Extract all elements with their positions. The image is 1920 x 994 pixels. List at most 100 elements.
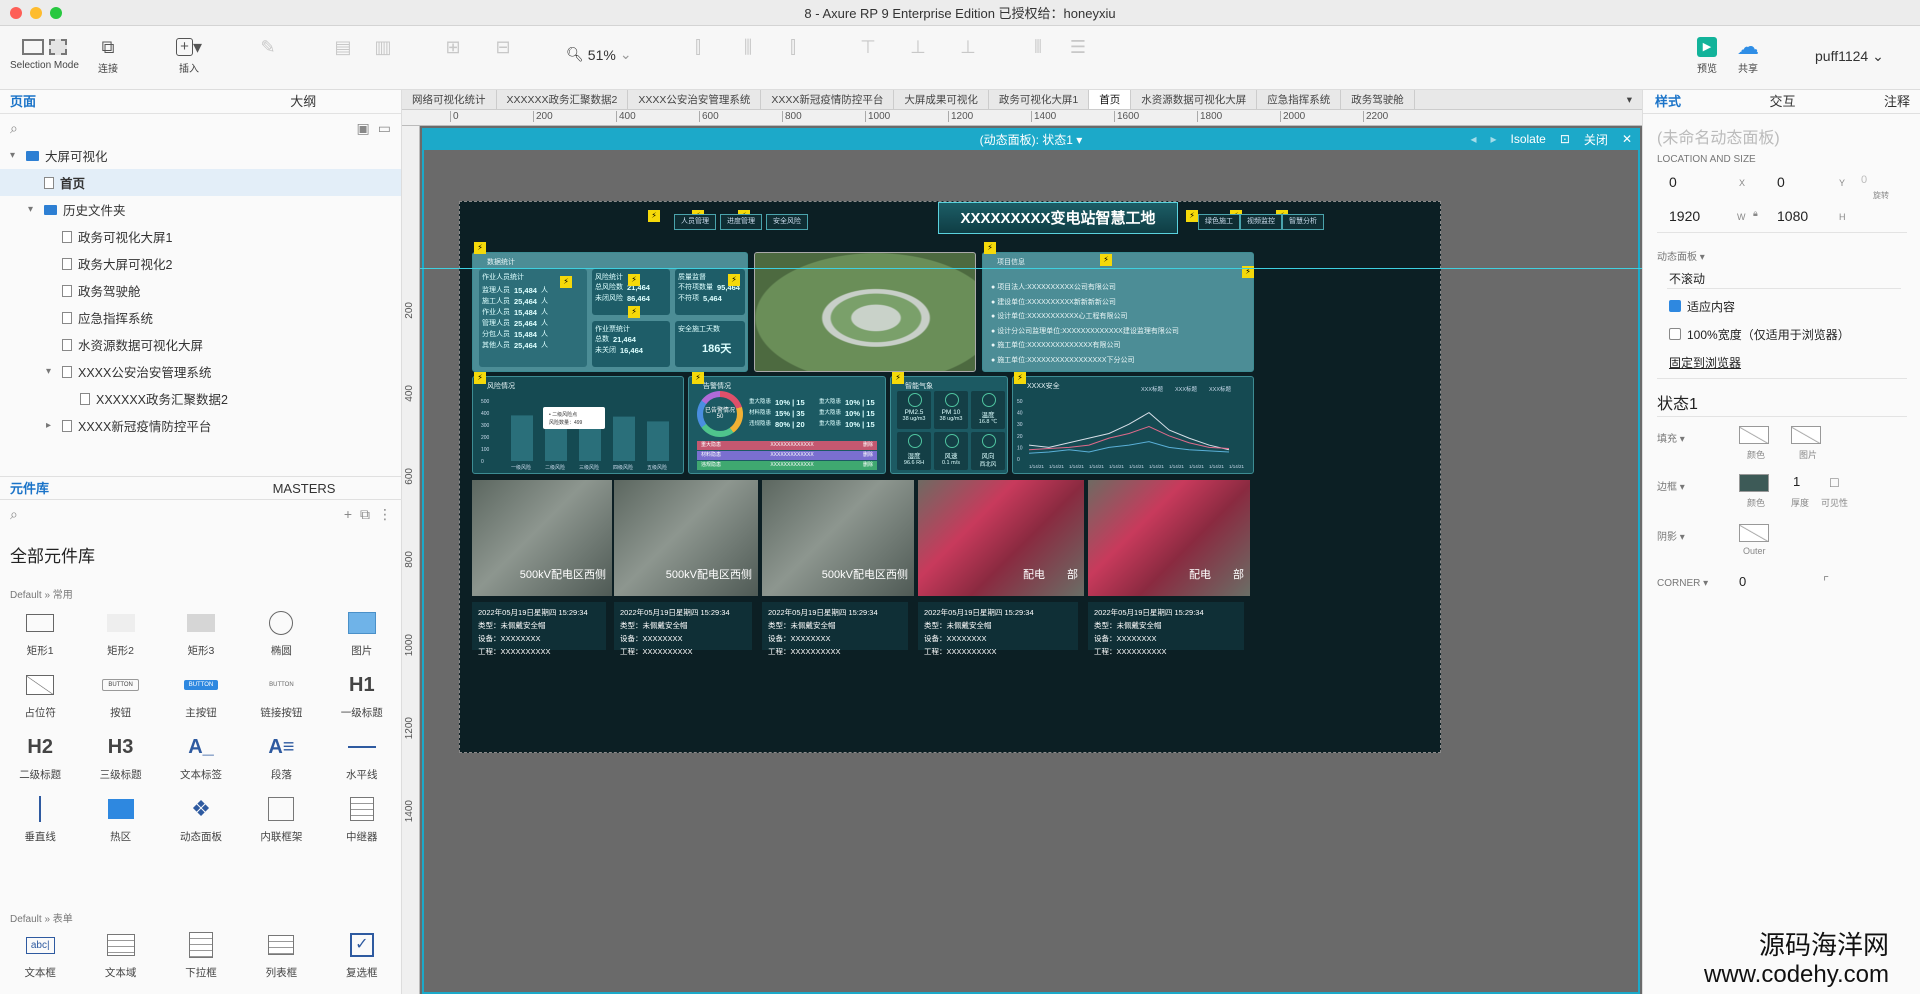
tab-interactions[interactable]: 交互 [1740, 90, 1825, 113]
chevron-right-icon[interactable]: ▸ [46, 420, 56, 431]
full-width-checkbox[interactable] [1669, 328, 1681, 340]
chevron-down-icon[interactable]: ▾ [46, 366, 56, 377]
tree-item[interactable]: 水资源数据可视化大屏 [0, 331, 401, 358]
corner-label[interactable]: CORNER ▾ [1657, 578, 1708, 589]
camera-feed[interactable]: 500kV配电区西侧 [762, 480, 914, 596]
widget-link-button[interactable]: BUTTON 链接按钮 [241, 670, 321, 720]
panel-project-info[interactable]: 项目信息 ● 项目法人:XXXXXXXXXX公司有限公司 ● 建设单位:XXXXX… [982, 252, 1254, 372]
uncombine-button[interactable]: ⊟ [490, 34, 516, 60]
tabs-overflow-icon[interactable]: ▾ [1617, 90, 1642, 109]
doc-tab[interactable]: 政务驾驶舱 [1341, 90, 1415, 109]
share-button[interactable]: ☁ 共享 [1735, 34, 1761, 75]
search-icon[interactable]: ⌕ [10, 506, 18, 523]
tree-item[interactable]: XXXXXX政务汇聚数据2 [0, 385, 401, 412]
chevron-down-icon[interactable]: ▾ [28, 204, 38, 215]
widget-name-field[interactable]: (未命名动态面板) [1657, 124, 1780, 148]
doc-tab[interactable]: 应急指挥系统 [1257, 90, 1342, 109]
distribute-middle-button[interactable]: ⊥ [905, 34, 931, 60]
dash-nav-button[interactable]: 视频监控 [1240, 214, 1282, 230]
panel-data-stats[interactable]: 数据统计 作业人员统计 监理人员 15,484 人施工人员 25,464 人作业人员 15… [472, 252, 748, 372]
tab-masters[interactable]: MASTERS [206, 477, 402, 499]
prev-state-icon[interactable]: ◂ [1470, 132, 1476, 146]
widget-textbox[interactable]: abc| 文本框 [0, 930, 80, 980]
widget-h3[interactable]: H3 三级标题 [80, 732, 160, 782]
fill-label[interactable]: 填充 ▾ [1657, 430, 1685, 445]
panel-alarm[interactable]: 告警情况 已告警情况 50 重大隐患 10% | 15 材料隐患 15% | 35 违规隐… [688, 376, 886, 474]
align-right-button[interactable]: ⫿ [780, 34, 806, 60]
trend-series-line[interactable] [1028, 411, 1230, 451]
horizontal-distribute-button[interactable]: ⫴ [1025, 34, 1051, 60]
visibility-icon[interactable]: ☐ [1829, 476, 1840, 490]
fit-content-checkbox[interactable] [1669, 300, 1681, 312]
risk-bar[interactable] [613, 416, 635, 461]
border-label[interactable]: 边框 ▾ [1657, 478, 1685, 493]
pin-to-browser-link[interactable]: 固定到浏览器 [1669, 354, 1741, 371]
widget-primary-button[interactable]: BUTTON 主按钮 [161, 670, 241, 720]
camera-feed[interactable]: 配电 部 [1088, 480, 1250, 596]
fill-image-swatch[interactable] [1791, 426, 1821, 444]
close-panel-button[interactable]: 关闭 [1584, 131, 1608, 148]
widget-rect-outline[interactable]: 矩形1 [0, 608, 80, 658]
zoom-control[interactable]: 🔍︎ 51% ⌄ [566, 46, 632, 63]
add-library-icon[interactable]: + [344, 506, 352, 522]
widget-dynamic-panel[interactable]: ❖ 动态面板 [161, 794, 241, 844]
x-field[interactable]: 0 [1669, 174, 1677, 190]
shadow-label[interactable]: 阴影 ▾ [1657, 528, 1685, 543]
selection-mode-button[interactable]: Selection Mode [10, 34, 79, 71]
align-left-button[interactable]: ⫿ [685, 34, 711, 60]
widget-hline[interactable]: 水平线 [322, 732, 402, 782]
camera-feed[interactable]: 500kV配电区西侧 [614, 480, 758, 596]
dash-nav-button[interactable]: 安全风险 [766, 214, 808, 230]
widget-listbox[interactable]: 列表框 [241, 930, 321, 980]
point-button[interactable]: ✎ [255, 34, 281, 71]
distribute-bottom-button[interactable]: ⊥ [955, 34, 981, 60]
tree-item[interactable]: 应急指挥系统 [0, 304, 401, 331]
add-page-icon[interactable]: ▣ [357, 120, 370, 137]
tree-item[interactable]: ▾ XXXX公安治安管理系统 [0, 358, 401, 385]
close-window-button[interactable] [10, 7, 22, 19]
camera-feed[interactable]: 500kV配电区西侧 [472, 480, 612, 596]
doc-tab[interactable]: XXXXXX政务汇聚数据2 [497, 90, 629, 109]
group-form-label[interactable]: Default » 表单 [10, 910, 73, 925]
tree-item[interactable]: ▸ XXXX新冠疫情防控平台 [0, 412, 401, 439]
border-width-field[interactable]: 1 [1793, 474, 1800, 489]
doc-tab[interactable]: 网络可视化统计 [402, 90, 497, 109]
dash-nav-button[interactable]: 绿色施工 [1198, 214, 1240, 230]
alarm-list-row[interactable]: 材料隐患 XXXXXXXXXXXXX 删除 [697, 451, 877, 460]
next-state-icon[interactable]: ▸ [1490, 132, 1496, 146]
widget-textarea[interactable]: 文本域 [80, 930, 160, 980]
group-toolbar-button[interactable]: ▤ [330, 34, 356, 60]
widget-text-label[interactable]: A_ 文本标签 [161, 732, 241, 782]
ungroup-toolbar-button[interactable]: ▥ [370, 34, 396, 60]
alarm-list-row[interactable]: 违规隐患 XXXXXXXXXXXXX 删除 [697, 461, 877, 470]
vertical-distribute-button[interactable]: ☰ [1065, 34, 1091, 60]
panel-weather[interactable]: 智能气象 PM2.5 38 ug/m3 PM 10 38 ug/m3 温度 16.8 ℃ 湿… [890, 376, 1008, 474]
height-field[interactable]: 1080 [1777, 208, 1808, 224]
dash-nav-button[interactable]: 人员管理 [674, 214, 716, 230]
widget-image[interactable]: 图片 [322, 608, 402, 658]
doc-tab[interactable]: 大屏成果可视化 [894, 90, 989, 109]
group-common-label[interactable]: Default » 常用 [10, 586, 73, 601]
distribute-top-button[interactable]: ⊤ [855, 34, 881, 60]
tab-library[interactable]: 元件库 [0, 477, 206, 499]
widget-placeholder[interactable]: 占位符 [0, 670, 80, 720]
widget-ellipse[interactable]: 椭圆 [241, 608, 321, 658]
border-color-swatch[interactable] [1739, 474, 1769, 492]
isolate-icon[interactable]: ⊡ [1560, 132, 1570, 146]
camera-feed[interactable]: 配电 部 [918, 480, 1084, 596]
y-field[interactable]: 0 [1777, 174, 1785, 190]
chevron-down-icon[interactable]: ▾ [10, 150, 20, 161]
doc-tab[interactable]: 首页 [1089, 90, 1132, 109]
widget-button[interactable]: BUTTON 按钮 [80, 670, 160, 720]
widget-hotspot[interactable]: 热区 [80, 794, 160, 844]
tab-outline[interactable]: 大纲 [206, 90, 402, 113]
connect-button[interactable]: ⧉ 连接 [95, 34, 121, 76]
fill-color-swatch[interactable] [1739, 426, 1769, 444]
widget-checkbox[interactable]: ✓ 复选框 [322, 930, 402, 980]
zoom-window-button[interactable] [50, 7, 62, 19]
widget-rect-gray[interactable]: 矩形3 [161, 608, 241, 658]
isolate-button[interactable]: Isolate [1511, 132, 1546, 146]
combine-button[interactable]: ⊞ [440, 34, 466, 60]
tree-item[interactable]: ▾ 历史文件夹 [0, 196, 401, 223]
add-folder-icon[interactable]: ▭ [378, 120, 391, 137]
